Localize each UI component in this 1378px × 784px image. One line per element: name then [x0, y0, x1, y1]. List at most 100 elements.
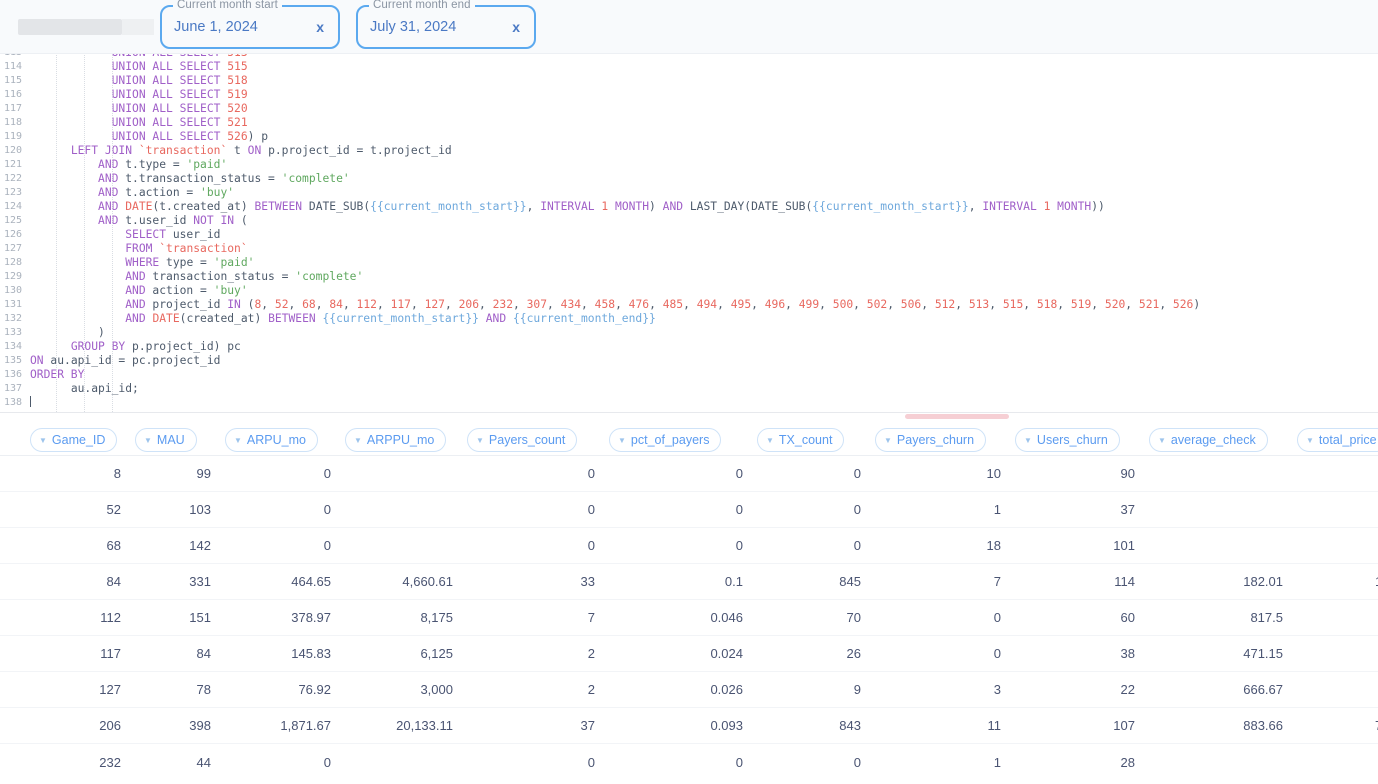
code-line-text[interactable]: UNION ALL SELECT 519: [28, 88, 248, 102]
code-line-text[interactable]: AND action = 'buy': [28, 284, 248, 298]
code-line[interactable]: 117 UNION ALL SELECT 520: [0, 102, 1378, 116]
code-line[interactable]: 123 AND t.action = 'buy': [0, 186, 1378, 200]
table-cell: 57,225: [1297, 600, 1378, 635]
parameter-field-month-start[interactable]: Current month startJune 1, 2024x: [160, 5, 340, 49]
code-line[interactable]: 125 AND t.user_id NOT IN (: [0, 214, 1378, 228]
table-cell: 232: [0, 744, 135, 780]
code-line-text[interactable]: LEFT JOIN `transaction` t ON p.project_i…: [28, 144, 452, 158]
column-header-label: Game_ID: [52, 433, 106, 447]
code-line-text[interactable]: AND transaction_status = 'complete': [28, 270, 363, 284]
table-cell: 378.97: [225, 600, 345, 635]
table-row[interactable]: 84331464.654,660.61330.18457114182.01153…: [0, 564, 1378, 600]
code-line[interactable]: 119 UNION ALL SELECT 526) p: [0, 130, 1378, 144]
parameter-value[interactable]: June 1, 2024: [174, 19, 312, 35]
code-line[interactable]: 136ORDER BY: [0, 368, 1378, 382]
table-cell: 70: [757, 600, 875, 635]
parameter-field-month-end[interactable]: Current month endJuly 31, 2024x: [356, 5, 536, 49]
code-line[interactable]: 120 LEFT JOIN `transaction` t ON p.proje…: [0, 144, 1378, 158]
code-line[interactable]: 115 UNION ALL SELECT 518: [0, 74, 1378, 88]
table-row[interactable]: 2324400001280: [0, 744, 1378, 780]
horizontal-scrollbar[interactable]: [905, 414, 1009, 419]
column-chip-mau[interactable]: ▼ MAU: [135, 428, 197, 452]
code-line[interactable]: 126 SELECT user_id: [0, 228, 1378, 242]
line-number: 126: [0, 228, 28, 242]
results-table: ▼Game_ID▼MAU▼ARPU_mo▼ARPPU_mo▼Payers_cou…: [0, 420, 1378, 780]
chevron-down-icon: ▼: [1158, 437, 1166, 445]
clear-icon[interactable]: x: [508, 20, 524, 34]
code-line[interactable]: 137 au.api_id;: [0, 382, 1378, 396]
code-line[interactable]: 131 AND project_id IN (8, 52, 68, 84, 11…: [0, 298, 1378, 312]
code-line-text[interactable]: AND t.transaction_status = 'complete': [28, 172, 350, 186]
line-number: 122: [0, 172, 28, 186]
code-line-text[interactable]: ): [28, 326, 105, 340]
table-cell: [1149, 528, 1297, 563]
editor-bottom-divider: [0, 412, 1378, 420]
code-line-text[interactable]: [28, 396, 31, 410]
column-chip-pct-of-payers[interactable]: ▼pct_of_payers: [609, 428, 721, 452]
table-cell: 103: [135, 492, 225, 527]
code-line[interactable]: 129 AND transaction_status = 'complete': [0, 270, 1378, 284]
code-line[interactable]: 132 AND DATE(created_at) BETWEEN {{curre…: [0, 312, 1378, 326]
column-header-cell: ▼pct_of_payers: [609, 428, 757, 452]
table-row[interactable]: 1277876.923,00020.0269322666.676,000: [0, 672, 1378, 708]
table-cell: 11: [875, 708, 1015, 743]
code-line[interactable]: 127 FROM `transaction`: [0, 242, 1378, 256]
column-chip-game-id[interactable]: ▼Game_ID: [30, 428, 117, 452]
table-cell: 0: [1297, 744, 1378, 780]
code-line[interactable]: 122 AND t.transaction_status = 'complete…: [0, 172, 1378, 186]
code-line-text[interactable]: UNION ALL SELECT 515: [28, 60, 248, 74]
table-row[interactable]: 5210300001370: [0, 492, 1378, 528]
column-chip-average-check[interactable]: ▼average_check: [1149, 428, 1268, 452]
code-line-text[interactable]: AND t.user_id NOT IN (: [28, 214, 248, 228]
code-line[interactable]: 118 UNION ALL SELECT 521: [0, 116, 1378, 130]
code-line[interactable]: 134 GROUP BY p.project_id) pc: [0, 340, 1378, 354]
column-chip-payers-count[interactable]: ▼Payers_count: [467, 428, 577, 452]
code-line-text[interactable]: UNION ALL SELECT 526) p: [28, 130, 268, 144]
line-number: 116: [0, 88, 28, 102]
clear-icon[interactable]: x: [312, 20, 328, 34]
code-scroll-area[interactable]: 113 UNION ALL SELECT 513114 UNION ALL SE…: [0, 54, 1378, 420]
table-cell: 206: [0, 708, 135, 743]
code-line[interactable]: 128 WHERE type = 'paid': [0, 256, 1378, 270]
sql-code-editor[interactable]: 113 UNION ALL SELECT 513114 UNION ALL SE…: [0, 54, 1378, 420]
table-cell: 107: [1015, 708, 1149, 743]
code-line-text[interactable]: AND DATE(created_at) BETWEEN {{current_m…: [28, 312, 656, 326]
parameter-value[interactable]: July 31, 2024: [370, 19, 508, 35]
code-line[interactable]: 114 UNION ALL SELECT 515: [0, 60, 1378, 74]
code-line[interactable]: 133 ): [0, 326, 1378, 340]
code-line[interactable]: 138: [0, 396, 1378, 410]
code-line-text[interactable]: UNION ALL SELECT 521: [28, 116, 248, 130]
table-cell: 76.92: [225, 672, 345, 707]
code-line[interactable]: 124 AND DATE(t.created_at) BETWEEN DATE_…: [0, 200, 1378, 214]
code-line-text[interactable]: AND t.type = 'paid': [28, 158, 227, 172]
code-line-text[interactable]: UNION ALL SELECT 520: [28, 102, 248, 116]
chevron-down-icon: ▼: [144, 437, 152, 445]
code-line[interactable]: 130 AND action = 'buy': [0, 284, 1378, 298]
column-chip-total-price[interactable]: ▼total_price: [1297, 428, 1378, 452]
table-cell: 26: [757, 636, 875, 671]
code-line[interactable]: 121 AND t.type = 'paid': [0, 158, 1378, 172]
table-row[interactable]: 11784145.836,12520.02426038471.1512,250: [0, 636, 1378, 672]
table-row[interactable]: 2063981,871.6720,133.11370.0938431110788…: [0, 708, 1378, 744]
table-row[interactable]: 899000010900: [0, 456, 1378, 492]
column-chip-arppu-mo[interactable]: ▼ARPPU_mo: [345, 428, 446, 452]
code-line[interactable]: 116 UNION ALL SELECT 519: [0, 88, 1378, 102]
table-cell: 0: [1297, 492, 1378, 527]
code-line-text[interactable]: UNION ALL SELECT 518: [28, 74, 248, 88]
column-chip-payers-churn[interactable]: ▼Payers_churn: [875, 428, 986, 452]
code-line[interactable]: 135ON au.api_id = pc.project_id: [0, 354, 1378, 368]
column-chip-users-churn[interactable]: ▼Users_churn: [1015, 428, 1120, 452]
column-header-label: MAU: [157, 433, 185, 447]
column-chip-arpu-mo[interactable]: ▼ARPU_mo: [225, 428, 318, 452]
code-line-text[interactable]: WHERE type = 'paid': [28, 256, 254, 270]
column-chip-tx-count[interactable]: ▼TX_count: [757, 428, 844, 452]
column-header-label: TX_count: [779, 433, 833, 447]
code-line-text[interactable]: GROUP BY p.project_id) pc: [28, 340, 241, 354]
code-line-text[interactable]: FROM `transaction`: [28, 242, 248, 256]
code-line-text[interactable]: AND t.action = 'buy': [28, 186, 234, 200]
code-line-text[interactable]: AND DATE(t.created_at) BETWEEN DATE_SUB(…: [28, 200, 1105, 214]
parameter-fields: Current month startJune 1, 2024x Current …: [160, 5, 536, 49]
table-row[interactable]: 112151378.978,17570.04670060817.557,225: [0, 600, 1378, 636]
code-line-text[interactable]: AND project_id IN (8, 52, 68, 84, 112, 1…: [28, 298, 1200, 312]
table-row[interactable]: 681420000181010: [0, 528, 1378, 564]
